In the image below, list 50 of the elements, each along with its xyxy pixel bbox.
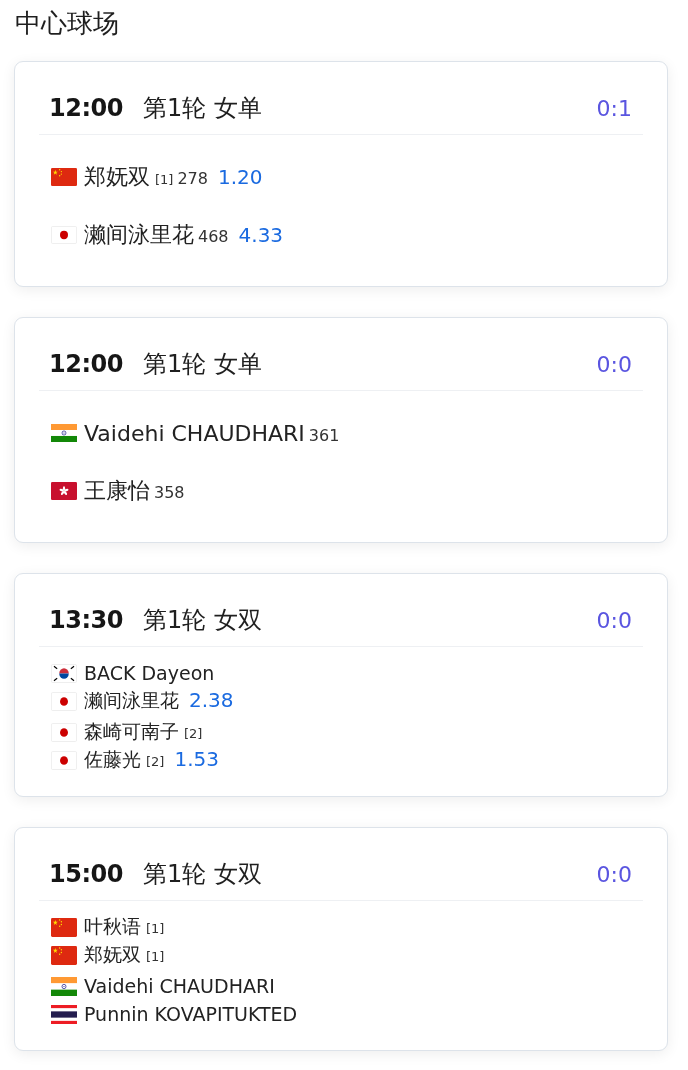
match-score: 0:0 xyxy=(596,351,632,377)
rank-label: 361 xyxy=(308,425,340,445)
player-name: 叶秋语 xyxy=(84,914,141,939)
player-name: 郑妩双 xyxy=(84,942,141,967)
player-name: 濑间泳里花 xyxy=(84,688,179,713)
odds-label: 4.33 xyxy=(238,223,284,247)
thailand-flag-icon xyxy=(51,1004,77,1024)
odds-label: 1.20 xyxy=(217,165,263,189)
japan-flag-icon xyxy=(51,750,77,770)
match-round: 第1轮 女单 xyxy=(142,93,262,124)
player-name: 佐藤光 xyxy=(84,747,141,772)
china-flag-icon xyxy=(51,917,77,937)
rank-label: 468 xyxy=(198,227,229,246)
seed-label: [2] xyxy=(146,754,165,769)
match-score: 0:0 xyxy=(596,607,632,633)
rank-label: 278 xyxy=(177,169,208,188)
player-name: 郑妩双 xyxy=(84,163,150,191)
player-name: 濑间泳里花 xyxy=(84,221,194,249)
match-time: 15:00 xyxy=(49,860,123,888)
india-flag-icon xyxy=(51,424,77,442)
match-score: 0:1 xyxy=(596,95,632,121)
seed-label: [1] xyxy=(155,172,174,187)
player-name: Vaidehi CHAUDHARI xyxy=(84,420,305,446)
player-name: BACK Dayeon xyxy=(84,662,215,684)
hong-kong-flag-icon xyxy=(51,482,77,500)
player-name: 森崎可南子 xyxy=(84,719,179,744)
odds-label: 2.38 xyxy=(189,688,234,712)
court-title: 中心球场 xyxy=(15,7,120,40)
china-flag-icon xyxy=(51,945,77,965)
china-flag-icon xyxy=(51,168,77,186)
seed-label: [1] xyxy=(146,921,165,936)
player-name: 王康怡 xyxy=(84,477,150,505)
india-flag-icon xyxy=(51,976,77,996)
japan-flag-icon xyxy=(51,226,77,244)
seed-label: [1] xyxy=(146,949,165,964)
match-score: 0:0 xyxy=(596,861,632,887)
player-name: Vaidehi CHAUDHARI xyxy=(84,975,275,997)
match-time: 13:30 xyxy=(49,606,123,634)
match-time: 12:00 xyxy=(49,94,123,122)
odds-label: 1.53 xyxy=(174,747,219,771)
japan-flag-icon xyxy=(51,722,77,742)
match-round: 第1轮 女双 xyxy=(142,605,262,636)
match-time: 12:00 xyxy=(49,350,123,378)
match-round: 第1轮 女单 xyxy=(142,349,262,380)
south-korea-flag-icon xyxy=(51,663,77,683)
match-round: 第1轮 女双 xyxy=(142,859,262,890)
player-name: Punnin KOVAPITUKTED xyxy=(84,1003,298,1025)
rank-label: 358 xyxy=(154,483,185,502)
japan-flag-icon xyxy=(51,691,77,711)
seed-label: [2] xyxy=(184,726,203,741)
